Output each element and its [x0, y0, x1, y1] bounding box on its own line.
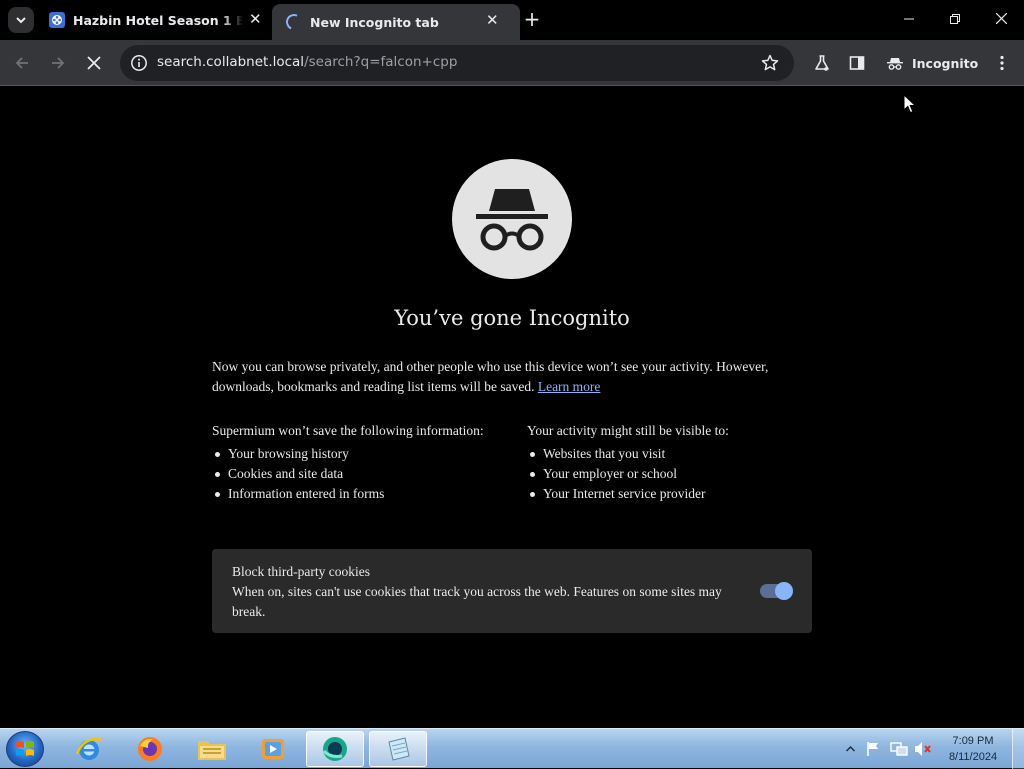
taskbar-file-explorer[interactable]: [183, 731, 241, 767]
tab-close-icon[interactable]: ✕: [486, 11, 499, 29]
stop-loading-button[interactable]: [80, 49, 108, 77]
chevron-down-icon: [16, 17, 26, 24]
labs-button[interactable]: [808, 49, 836, 77]
mouse-cursor-icon: [903, 94, 917, 114]
clock-time: 7:09 PM: [952, 735, 994, 747]
system-clock[interactable]: 7:09 PM 8/11/2024: [940, 733, 1006, 765]
taskbar-notepad[interactable]: [369, 731, 427, 767]
block-cookies-toggle[interactable]: [760, 582, 793, 600]
firefox-icon: [138, 737, 162, 761]
tab-close-icon[interactable]: ✕: [249, 10, 262, 28]
folder-icon: [198, 741, 226, 760]
incognito-label: Incognito: [912, 55, 979, 71]
new-tab-button[interactable]: +: [520, 8, 544, 32]
show-hidden-icons-icon[interactable]: [846, 745, 855, 753]
tab-title: New Incognito tab: [310, 14, 439, 30]
page-title: You’ve gone Incognito: [394, 306, 630, 330]
taskbar-supermium[interactable]: [306, 731, 364, 767]
action-center-flag-icon[interactable]: [866, 741, 881, 757]
site-info-icon[interactable]: [130, 54, 148, 72]
incognito-page: You’ve gone Incognito Now you can browse…: [0, 87, 1024, 728]
url-host: search.collabnet.local: [157, 54, 305, 70]
windows-logo-icon: [16, 741, 34, 756]
url-path: /search?q=falcon+cpp: [304, 54, 458, 70]
network-icon[interactable]: [890, 741, 908, 757]
tab-title: Hazbin Hotel Season 1 Episode: [73, 12, 243, 28]
not-saved-title: Supermium won’t save the following infor…: [212, 423, 484, 438]
close-icon: [87, 56, 101, 70]
tab-new-incognito[interactable]: New Incognito tab ✕: [272, 4, 520, 40]
third-party-cookies-card: Block third-party cookies When on, sites…: [212, 549, 812, 633]
list-item: Your browsing history: [212, 444, 492, 464]
visible-to-list: Websites that you visit Your employer or…: [527, 444, 807, 504]
visible-to-section: Your activity might still be visible to:…: [527, 421, 807, 504]
list-item: Your Internet service provider: [527, 484, 807, 504]
film-reel-icon: [49, 12, 65, 28]
intro-text: Now you can browse privately, and other …: [212, 359, 769, 394]
volume-muted-icon[interactable]: [914, 741, 932, 757]
incognito-indicator[interactable]: Incognito: [886, 49, 978, 77]
side-panel-icon: [849, 56, 865, 70]
not-saved-list: Your browsing history Cookies and site d…: [212, 444, 492, 504]
address-bar[interactable]: search.collabnet.local/search?q=falcon+c…: [120, 45, 794, 81]
start-button[interactable]: [6, 731, 44, 767]
media-player-icon: [262, 739, 284, 759]
visible-to-title: Your activity might still be visible to:: [527, 423, 729, 438]
taskbar-internet-explorer[interactable]: [60, 731, 118, 767]
toggle-knob: [775, 582, 793, 600]
clock-date: 8/11/2024: [948, 751, 998, 763]
loading-spinner-icon: [283, 11, 305, 33]
show-desktop-button[interactable]: [1012, 729, 1024, 769]
supermium-icon: [322, 737, 347, 761]
cookies-title: Block third-party cookies: [232, 564, 370, 579]
list-item: Websites that you visit: [527, 444, 807, 464]
restore-button[interactable]: [932, 0, 978, 40]
taskbar-firefox[interactable]: [121, 731, 179, 767]
not-saved-section: Supermium won’t save the following infor…: [212, 421, 492, 504]
taskbar-media-player[interactable]: [244, 731, 302, 767]
browser-toolbar: search.collabnet.local/search?q=falcon+c…: [0, 40, 1024, 86]
flask-icon: [815, 55, 829, 71]
close-icon: [995, 12, 1007, 25]
list-item: Cookies and site data: [212, 464, 492, 484]
learn-more-link[interactable]: Learn more: [538, 379, 601, 394]
menu-button[interactable]: [988, 49, 1016, 77]
side-panel-button[interactable]: [843, 49, 871, 77]
intro-paragraph: Now you can browse privately, and other …: [212, 357, 812, 397]
restore-icon: [950, 14, 960, 24]
incognito-icon: [476, 189, 548, 251]
close-window-button[interactable]: [978, 0, 1024, 40]
tab-hazbin-hotel[interactable]: Hazbin Hotel Season 1 Episode ✕: [40, 0, 270, 40]
star-icon[interactable]: [760, 53, 780, 73]
cookies-description: When on, sites can't use cookies that tr…: [232, 584, 722, 619]
incognito-icon: [887, 58, 903, 70]
internet-explorer-icon: [75, 738, 103, 760]
url-text[interactable]: search.collabnet.local/search?q=falcon+c…: [157, 54, 457, 70]
more-vertical-icon: [1000, 55, 1004, 71]
tab-strip: Hazbin Hotel Season 1 Episode ✕ New Inco…: [0, 0, 1024, 40]
list-item: Your employer or school: [527, 464, 807, 484]
arrow-right-icon: [52, 57, 65, 69]
minimize-button[interactable]: [886, 0, 932, 40]
tab-search-button[interactable]: [8, 7, 34, 33]
incognito-hero-logo: [452, 159, 572, 279]
list-item: Information entered in forms: [212, 484, 492, 504]
back-button[interactable]: [8, 49, 36, 77]
forward-button[interactable]: [44, 49, 72, 77]
windows-taskbar: 7:09 PM 8/11/2024: [0, 728, 1024, 769]
arrow-left-icon: [15, 57, 28, 69]
notepad-icon: [388, 737, 410, 761]
minimize-icon: [904, 18, 914, 20]
